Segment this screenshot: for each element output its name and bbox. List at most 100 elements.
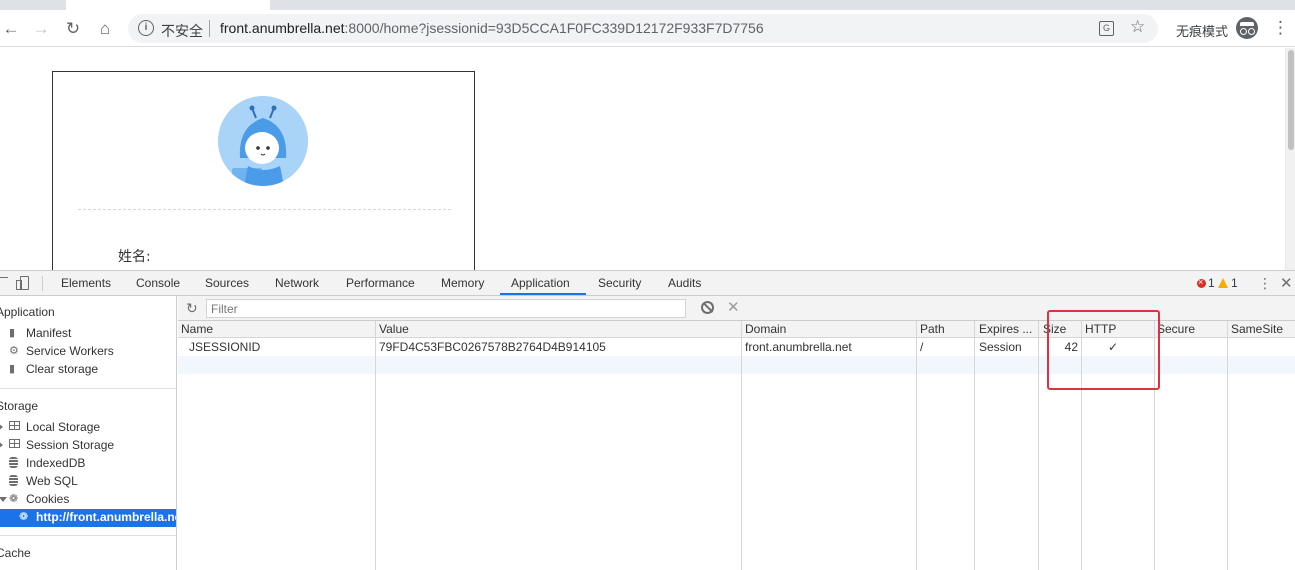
sidebar-separator <box>0 388 176 389</box>
column-header-name[interactable]: Name <box>181 322 371 336</box>
card-divider <box>78 209 451 210</box>
warning-count[interactable]: 1 <box>1231 276 1238 290</box>
column-header-secure[interactable]: Secure <box>1157 322 1227 336</box>
column-divider[interactable] <box>375 321 376 570</box>
page-scrollbar[interactable] <box>1285 48 1295 270</box>
device-toolbar-icon[interactable] <box>16 276 29 290</box>
document-icon: ▮ <box>9 327 16 339</box>
tab-sources[interactable]: Sources <box>205 276 249 290</box>
tab-performance[interactable]: Performance <box>346 276 415 290</box>
column-divider[interactable] <box>1227 321 1228 570</box>
tab-strip <box>0 0 1295 10</box>
profile-card: 姓名: <box>52 71 475 270</box>
column-divider[interactable] <box>974 321 975 570</box>
sidebar-item-label: Local Storage <box>26 420 101 434</box>
tab-elements[interactable]: Elements <box>61 276 111 290</box>
browser-toolbar: ← → ↻ ⌂ i 不安全 front.anumbrella.net:8000/… <box>0 10 1295 47</box>
back-arrow-icon[interactable]: ← <box>0 18 22 40</box>
collapse-arrow-icon[interactable] <box>0 497 7 502</box>
delete-selected-icon[interactable]: ✕ <box>727 298 740 316</box>
sidebar-item-local-storage[interactable]: Local Storage <box>0 419 176 437</box>
tab-audits[interactable]: Audits <box>668 276 701 290</box>
sidebar-item-service-workers[interactable]: ⚙ Service Workers <box>0 343 176 361</box>
cookie-value-cell: 79FD4C53FBC0267578B2764D4B914105 <box>379 340 606 354</box>
sidebar-item-web-sql[interactable]: Web SQL <box>0 473 176 491</box>
inspect-element-icon[interactable] <box>0 277 8 288</box>
cookie-expires-cell: Session <box>979 340 1022 354</box>
url-host: front.anumbrella.net <box>220 20 345 36</box>
cookie-domain-cell: front.anumbrella.net <box>745 340 852 354</box>
column-divider[interactable] <box>741 321 742 570</box>
incognito-icon[interactable] <box>1236 17 1258 39</box>
highlight-annotation-box <box>1047 310 1160 390</box>
sidebar-separator <box>0 535 176 536</box>
clear-all-icon[interactable] <box>701 301 714 314</box>
grid-icon <box>9 421 20 433</box>
tab-security[interactable]: Security <box>598 276 641 290</box>
column-divider[interactable] <box>916 321 917 570</box>
scrollbar-thumb[interactable] <box>1288 50 1294 150</box>
page-viewport: 姓名: <box>0 48 1295 270</box>
cookie-icon: ❁ <box>19 511 29 523</box>
home-icon[interactable]: ⌂ <box>94 18 116 40</box>
sidebar-item-indexeddb[interactable]: IndexedDB <box>0 455 176 473</box>
sidebar-item-session-storage[interactable]: Session Storage <box>0 437 176 455</box>
tabbar-divider <box>42 276 43 291</box>
reload-icon[interactable]: ↻ <box>62 18 84 40</box>
refresh-icon[interactable]: ↻ <box>186 300 198 317</box>
column-divider[interactable] <box>1038 321 1039 570</box>
tab-console[interactable]: Console <box>136 276 180 290</box>
browser-menu-icon[interactable]: ⋮ <box>1272 18 1289 38</box>
cookie-icon: ❁ <box>9 493 19 505</box>
sidebar-item-label: IndexedDB <box>26 456 86 470</box>
avatar <box>218 96 308 186</box>
filter-input[interactable] <box>206 299 686 318</box>
tab-application[interactable]: Application <box>511 276 570 290</box>
column-header-path[interactable]: Path <box>920 322 972 336</box>
tab-memory[interactable]: Memory <box>441 276 484 290</box>
sidebar-item-label: http://front.anumbrella.net <box>36 510 177 524</box>
sidebar-item-label: Clear storage <box>26 362 99 376</box>
storage-heading: Storage <box>0 399 39 413</box>
close-icon[interactable]: ✕ <box>1280 274 1293 292</box>
trash-icon: ▮ <box>9 363 16 375</box>
security-label[interactable]: 不安全 <box>161 21 203 41</box>
column-header-samesite[interactable]: SameSite <box>1231 322 1293 336</box>
bookmark-star-icon[interactable]: ☆ <box>1130 17 1145 37</box>
column-header-domain[interactable]: Domain <box>745 322 915 336</box>
sidebar-item-manifest[interactable]: ▮ Manifest <box>0 325 176 343</box>
devtools-tabbar: Elements Console Sources Network Perform… <box>0 271 1295 296</box>
column-header-expires[interactable]: Expires ... <box>979 322 1037 336</box>
address-bar[interactable]: i 不安全 front.anumbrella.net:8000/home?jse… <box>128 14 1158 43</box>
name-field-label: 姓名: <box>118 249 151 265</box>
database-icon <box>9 457 20 469</box>
sidebar-item-clear-storage[interactable]: ▮ Clear storage <box>0 361 176 379</box>
error-icon[interactable] <box>1197 276 1206 288</box>
cookie-path-cell: / <box>920 340 924 354</box>
info-icon[interactable]: i <box>138 20 154 36</box>
cache-heading: Cache <box>0 546 31 560</box>
avatar-illustration <box>218 96 308 186</box>
active-browser-tab[interactable] <box>66 0 270 10</box>
warning-icon[interactable] <box>1218 278 1228 288</box>
application-sidebar: Application ▮ Manifest ⚙ Service Workers… <box>0 296 177 570</box>
cookie-name-cell: JSESSIONID <box>189 340 261 354</box>
grid-icon <box>9 439 20 451</box>
database-icon <box>9 475 20 487</box>
translate-icon[interactable]: G <box>1099 21 1114 36</box>
sidebar-item-label: Service Workers <box>26 344 114 358</box>
sidebar-item-label: Session Storage <box>26 438 115 452</box>
forward-arrow-icon[interactable]: → <box>30 18 52 40</box>
expand-arrow-icon[interactable] <box>0 423 3 431</box>
sidebar-item-cookies[interactable]: ❁ Cookies <box>0 491 176 509</box>
sidebar-item-cookie-origin[interactable]: ❁ http://front.anumbrella.net <box>0 509 177 527</box>
error-count[interactable]: 1 <box>1208 276 1215 290</box>
expand-arrow-icon[interactable] <box>0 441 3 449</box>
devtools-menu-icon[interactable]: ⋮ <box>1258 275 1272 292</box>
tab-network[interactable]: Network <box>275 276 319 290</box>
url-text[interactable]: front.anumbrella.net:8000/home?jsessioni… <box>220 20 764 36</box>
application-heading: Application <box>0 305 55 319</box>
column-header-value[interactable]: Value <box>379 322 739 336</box>
sidebar-item-label: Web SQL <box>26 474 78 488</box>
address-separator <box>209 20 210 37</box>
